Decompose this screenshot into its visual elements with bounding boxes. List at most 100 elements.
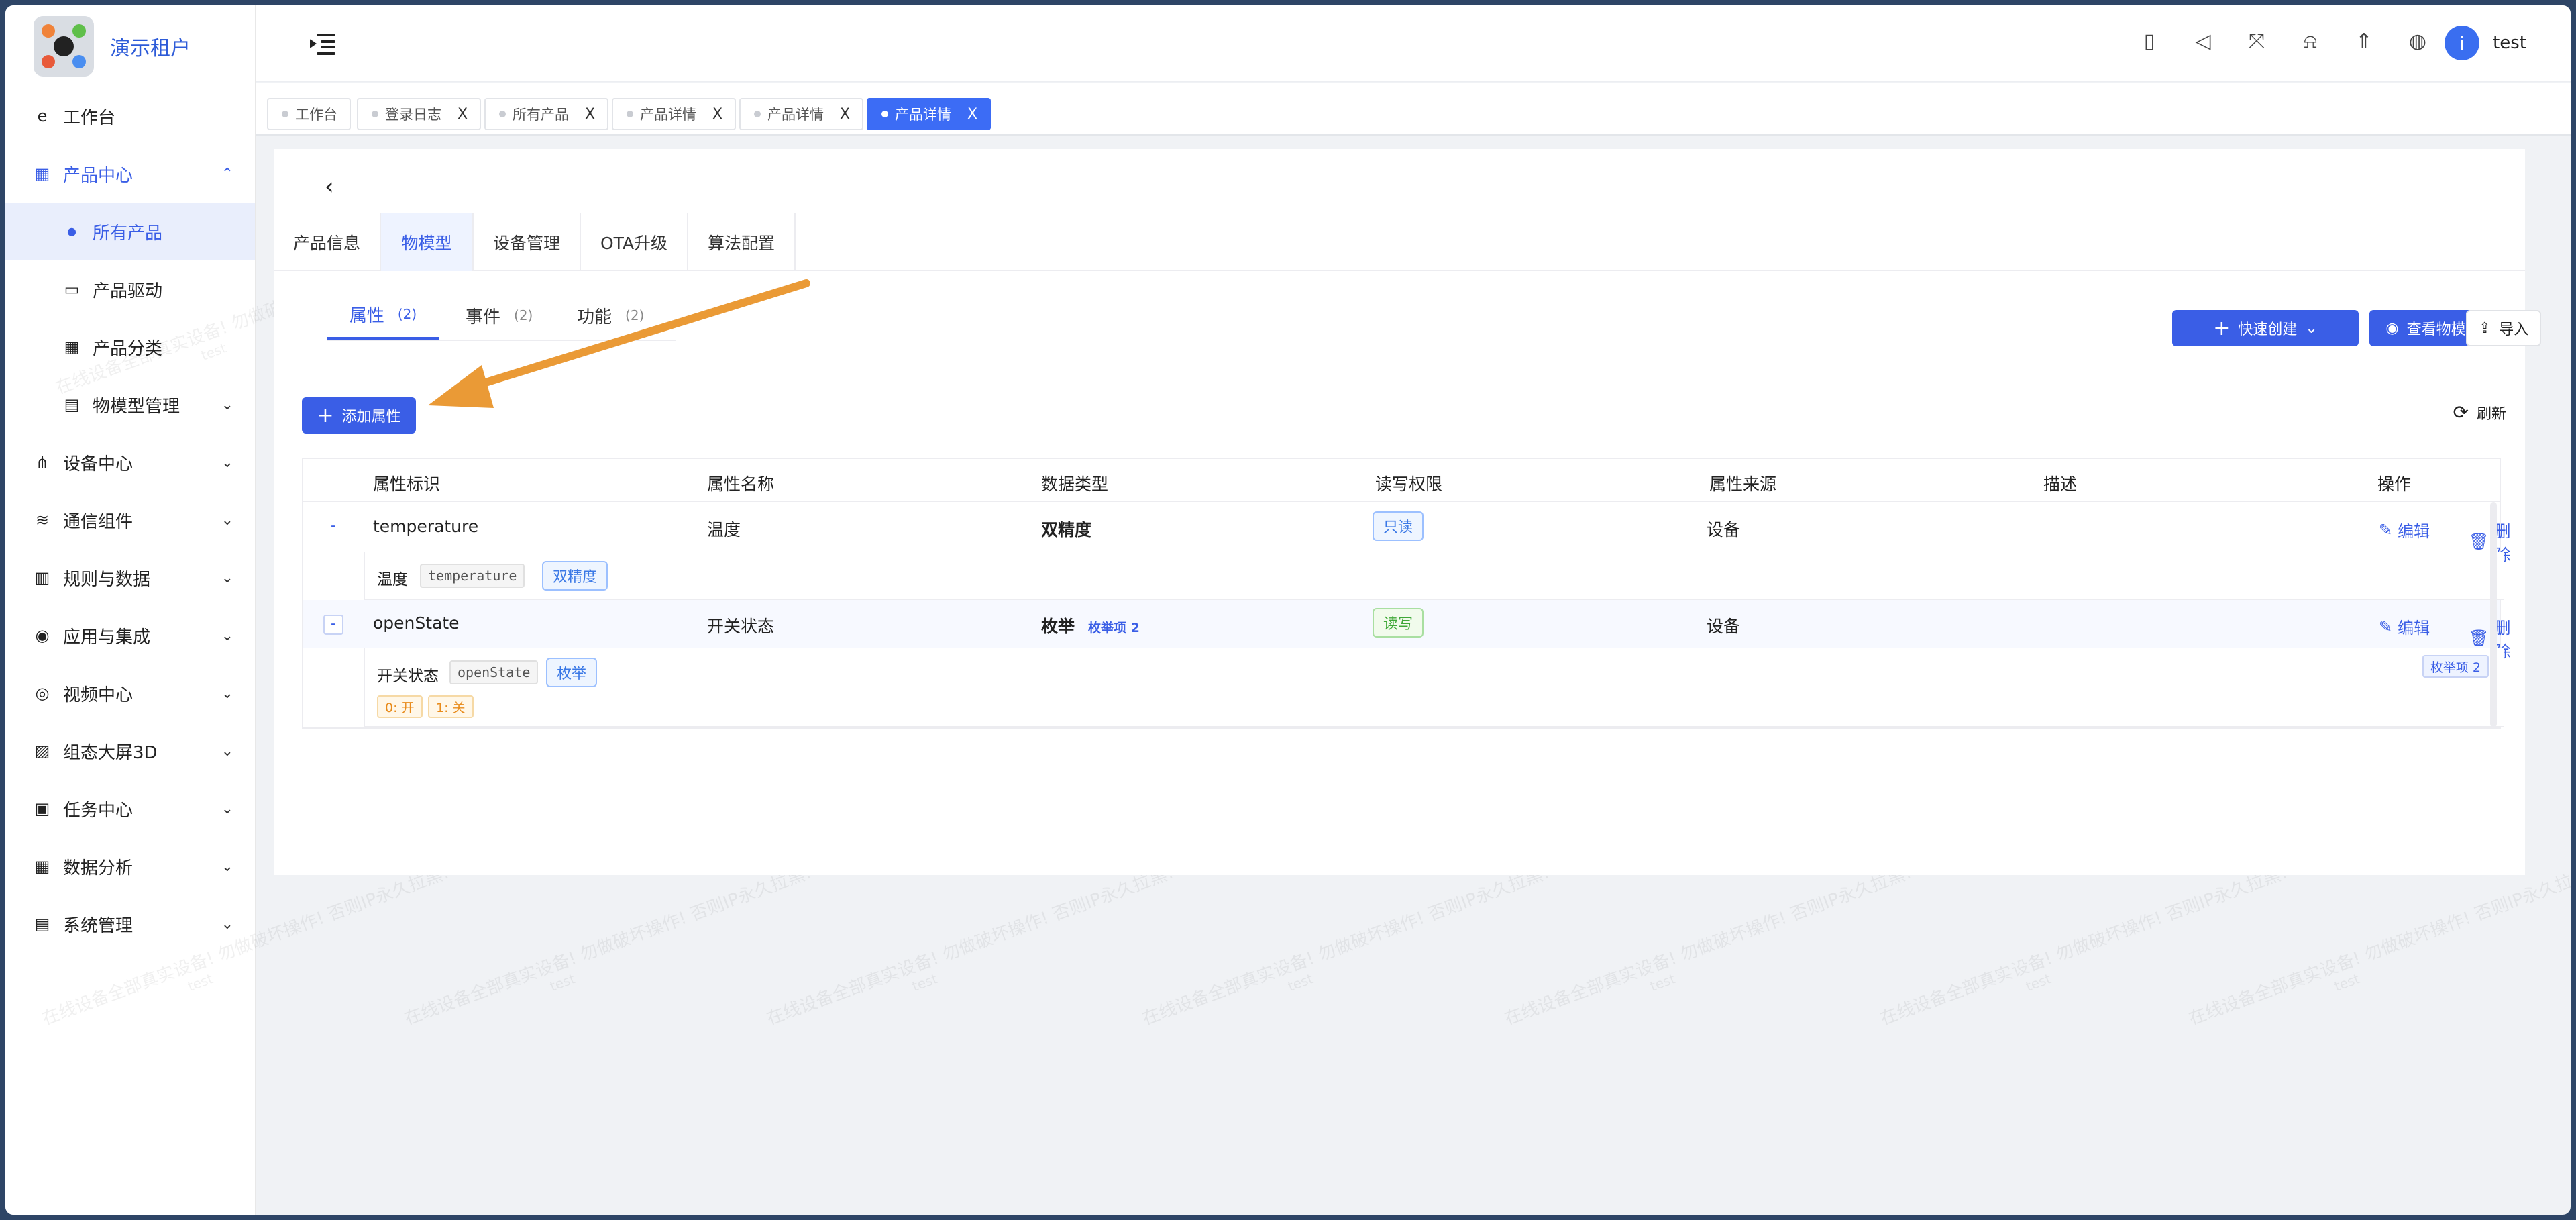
rocket-icon[interactable]: ⇑ [2352, 30, 2376, 54]
sidebar-item-workbench[interactable]: e 工作台 [5, 87, 255, 145]
sidebar-item-all-products[interactable]: ● 所有产品 [5, 203, 255, 260]
sidebar-item-label: 所有产品 [93, 223, 163, 244]
edit-button[interactable]: ✎ 编辑 [2379, 615, 2430, 638]
subtab-functions[interactable]: 功能 (2) [577, 291, 644, 340]
column-header: 操作 [2377, 474, 2412, 494]
edit-button[interactable]: ✎ 编辑 [2379, 518, 2430, 542]
tag-workbench[interactable]: 工作台 [267, 98, 351, 130]
sidebar-item-dashboard-3d[interactable]: ▨ 组态大屏3D ⌄ [5, 722, 255, 780]
book-icon[interactable]: ▯ [2137, 30, 2161, 54]
rw-badge: 读写 [1373, 608, 1424, 638]
enum-value: 1: 关 [428, 695, 474, 718]
close-icon[interactable]: X [458, 106, 468, 123]
cell-data-type: 枚举 枚举项 2 [1041, 613, 1140, 638]
tag-label: 工作台 [295, 107, 337, 123]
chevron-down-icon: ⌄ [221, 627, 233, 644]
sidebar-item-rules-data[interactable]: ▥ 规则与数据 ⌄ [5, 549, 255, 607]
sidebar-item-apps-integration[interactable]: ◉ 应用与集成 ⌄ [5, 607, 255, 664]
tab-algorithm-config[interactable]: 算法配置 [688, 213, 796, 271]
top-header: ▯ ◁ ⤧ ⍾ ⇑ ◍ i test [256, 5, 2571, 82]
detail-name: 温度 [377, 571, 408, 589]
tag-label: 登录日志 [385, 107, 441, 123]
tag-all-products[interactable]: 所有产品 X [484, 98, 609, 130]
bell-icon[interactable]: ⍾ [2298, 30, 2322, 54]
collapse-toggle[interactable]: - [323, 518, 343, 538]
close-icon[interactable]: X [585, 106, 595, 123]
subtab-count: (2) [397, 306, 417, 322]
sidebar-item-communication[interactable]: ≋ 通信组件 ⌄ [5, 491, 255, 549]
sidebar-item-label: 应用与集成 [63, 627, 151, 648]
header-icons: ▯ ◁ ⤧ ⍾ ⇑ ◍ [2137, 30, 2430, 54]
watermark-user: test [2023, 970, 2053, 995]
category-icon: ▦ [64, 338, 80, 356]
column-header: 读写权限 [1375, 474, 1443, 494]
megaphone-icon[interactable]: ◁ [2191, 30, 2215, 54]
subtab-label: 功能 [577, 307, 612, 327]
edit-icon: ✎ [2379, 520, 2393, 540]
avatar: i [2445, 26, 2480, 60]
quick-create-button[interactable]: + 快速创建 ⌄ [2172, 310, 2359, 346]
column-header: 描述 [2043, 474, 2078, 494]
sidebar-item-label: 设备中心 [63, 454, 133, 474]
chevron-down-icon: ⌄ [221, 396, 233, 413]
menu-collapse-icon[interactable] [310, 31, 335, 56]
dot-icon: ● [67, 225, 76, 238]
logo[interactable]: 演示租户 [5, 5, 255, 87]
tab-ota-upgrade[interactable]: OTA升级 [581, 213, 688, 271]
tab-product-info[interactable]: 产品信息 [274, 213, 381, 271]
sidebar-item-product-category[interactable]: ▦ 产品分类 [5, 318, 255, 376]
enum-count-tag: 枚举项 2 [2422, 655, 2489, 678]
sidebar-item-product-center[interactable]: ▦ 产品中心 ⌃ [5, 145, 255, 203]
table-row[interactable]: - temperature 温度 双精度 只读 设备 ✎编辑 🗑删除 [303, 503, 2510, 564]
subtab-properties[interactable]: 属性 (2) [327, 291, 439, 340]
watermark-user: test [1285, 970, 1316, 995]
sidebar-item-data-analysis[interactable]: ▦ 数据分析 ⌄ [5, 837, 255, 895]
chevron-down-icon: ⌄ [221, 684, 233, 702]
detail-code: temperature [420, 564, 525, 588]
sidebar-item-model-management[interactable]: ▤ 物模型管理 ⌄ [5, 376, 255, 434]
tag-login-log[interactable]: 登录日志 X [357, 98, 482, 130]
sidebar-item-video-center[interactable]: ◎ 视频中心 ⌄ [5, 664, 255, 722]
tag-product-detail-active[interactable]: 产品详情 X [867, 98, 991, 130]
user-menu[interactable]: i test [2445, 26, 2526, 60]
table-scrollbar[interactable] [2490, 502, 2497, 727]
tab-thing-model[interactable]: 物模型 [381, 213, 474, 271]
close-icon[interactable]: X [712, 106, 722, 123]
column-header: 属性名称 [707, 474, 775, 494]
eye-icon: ◎ [35, 684, 50, 703]
chevron-down-icon: ⌄ [221, 742, 233, 760]
sidebar-item-task-center[interactable]: ▣ 任务中心 ⌄ [5, 780, 255, 837]
chevron-down-icon: ⌄ [221, 915, 233, 933]
collapse-toggle[interactable]: - [323, 615, 343, 635]
sidebar-item-system-management[interactable]: ▤ 系统管理 ⌄ [5, 895, 255, 953]
sidebar-item-label: 产品驱动 [93, 281, 163, 301]
watermark-user: test [547, 970, 578, 995]
cell-data-type: 双精度 [1041, 520, 1092, 540]
sidebar-item-product-driver[interactable]: ▭ 产品驱动 [5, 260, 255, 318]
product-detail-card: ‹ 产品信息 物模型 设备管理 OTA升级 算法配置 属性 (2) 事件 (2) 功… [274, 149, 2525, 875]
import-button[interactable]: ⇪ 导入 [2466, 310, 2541, 346]
fullscreen-icon[interactable]: ⤧ [2245, 30, 2269, 54]
subtab-events[interactable]: 事件 (2) [466, 291, 533, 340]
sidebar-item-label: 通信组件 [63, 511, 133, 532]
chevron-down-icon: ⌄ [221, 454, 233, 471]
tag-product-detail-2[interactable]: 产品详情 X [739, 98, 864, 130]
detail-code: openState [449, 660, 539, 684]
watermark-text: 在线设备全部真实设备! 勿做破坏操作! 否则IP永久拉黑! [1878, 862, 2290, 1029]
table-row[interactable]: - openState 开关状态 枚举枚举项 2 读写 设备 ✎编辑 🗑删除 [303, 600, 2510, 661]
tag-product-detail-1[interactable]: 产品详情 X [612, 98, 737, 130]
tag-label: 产品详情 [895, 107, 951, 123]
watermark-user: test [910, 970, 940, 995]
close-icon[interactable]: X [967, 106, 977, 123]
apps-icon: ◉ [35, 626, 50, 645]
back-icon[interactable]: ‹ [325, 173, 334, 200]
globe-icon[interactable]: ◍ [2406, 30, 2430, 54]
cell-source: 设备 [1707, 617, 1741, 636]
add-property-button[interactable]: + 添加属性 [302, 397, 416, 434]
refresh-button[interactable]: ⟳ 刷新 [2453, 401, 2506, 423]
edge-icon: e [37, 107, 48, 125]
tab-device-management[interactable]: 设备管理 [474, 213, 581, 271]
cell-source: 设备 [1707, 520, 1741, 540]
close-icon[interactable]: X [840, 106, 850, 123]
sidebar-item-device-center[interactable]: ⋔ 设备中心 ⌄ [5, 434, 255, 491]
